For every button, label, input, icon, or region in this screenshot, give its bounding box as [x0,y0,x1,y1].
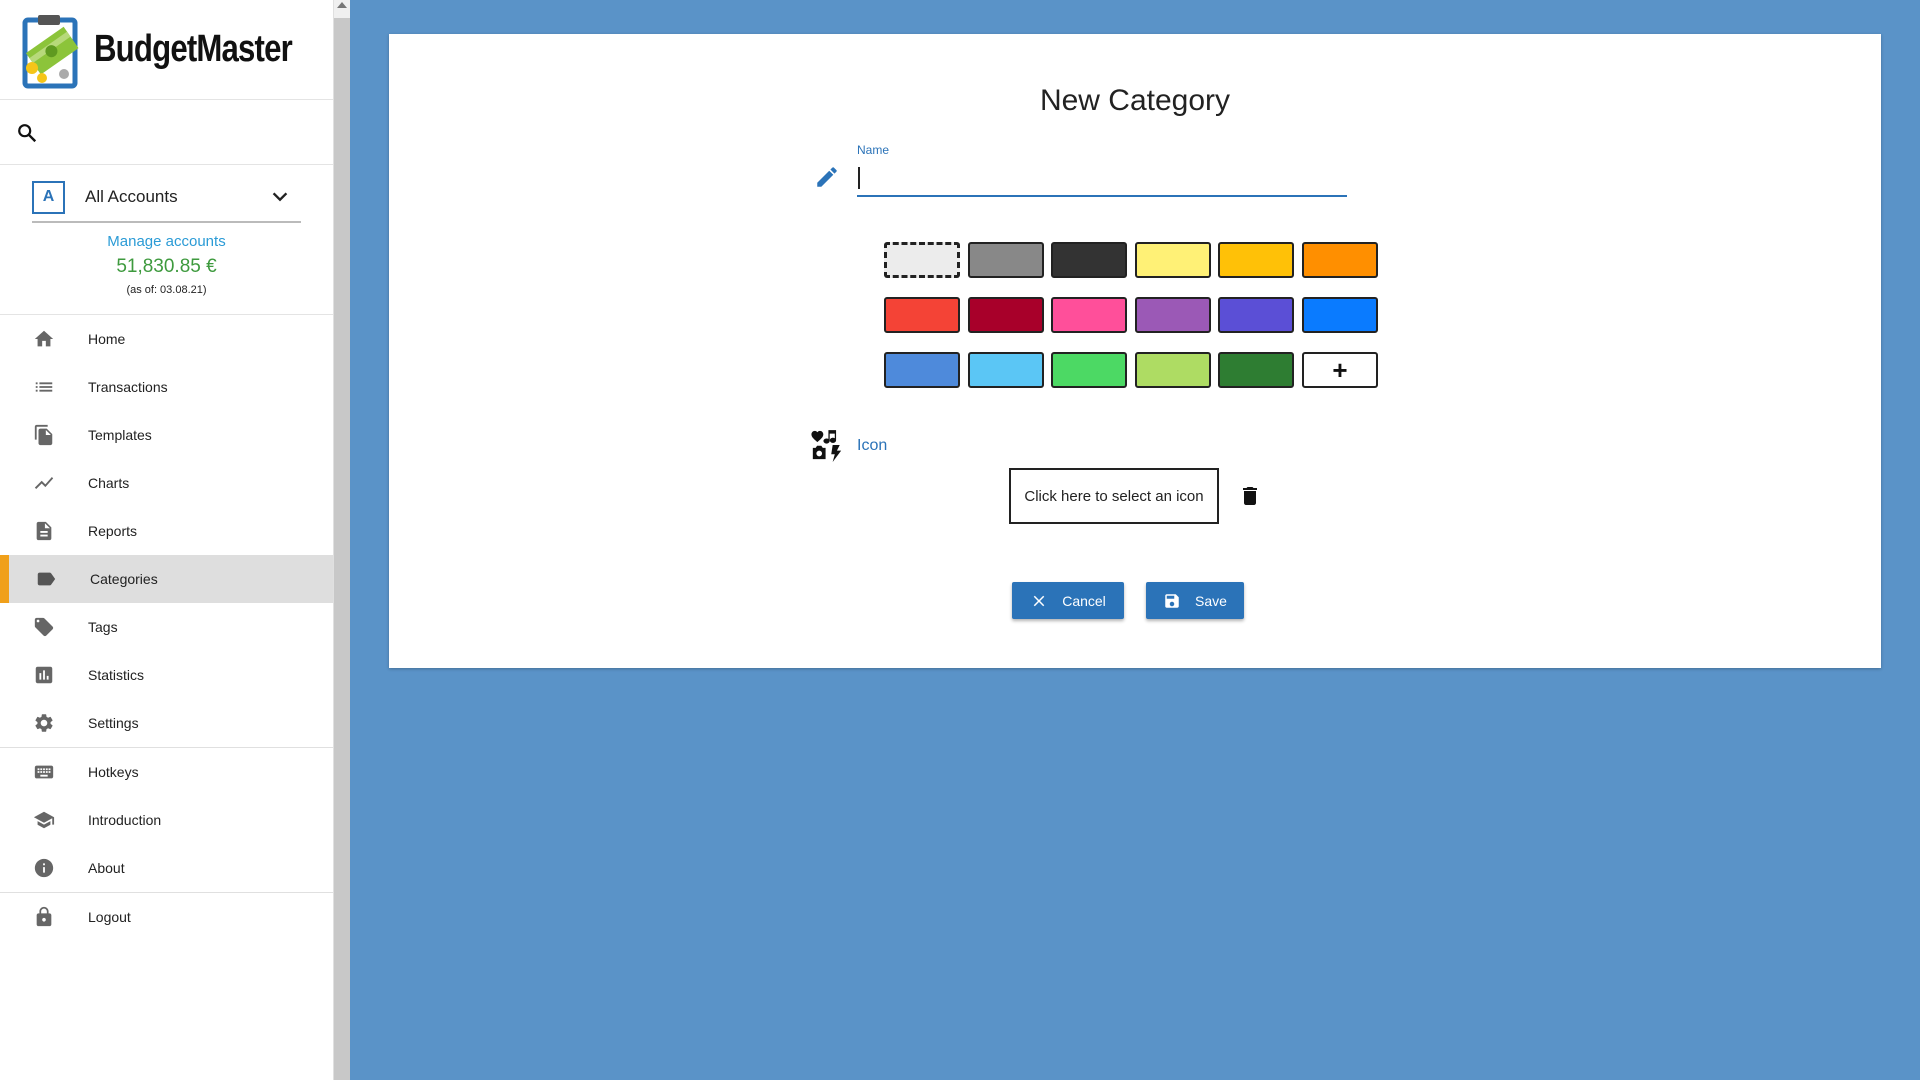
account-balance: 51,830.85 € [116,256,217,277]
name-field-label: Name [857,143,890,157]
cancel-button-label: Cancel [1062,592,1106,609]
nav-label: Charts [88,475,130,491]
account-badge: A [32,180,65,214]
nav-item-charts[interactable]: Charts [0,459,333,507]
delete-icon[interactable] [1238,483,1262,509]
main-nav: Home Transactions Templates Charts Repor… [0,315,333,941]
budgetmaster-logo-icon [22,10,80,90]
color-swatch[interactable] [1051,297,1127,333]
scroll-up-arrow-icon[interactable] [337,2,347,8]
balance-date: (as of: 03.08.21) [126,284,207,296]
home-icon [34,330,54,347]
nav-item-statistics[interactable]: Statistics [0,651,333,699]
pencil-icon [817,167,837,187]
account-name: All Accounts [85,187,178,206]
nav-label: About [88,860,125,876]
color-swatch[interactable] [968,297,1044,333]
color-swatch[interactable] [1051,242,1127,278]
nav-item-categories[interactable]: Categories [0,555,333,603]
save-icon [1165,593,1179,608]
nav-label: Settings [88,715,139,731]
nav-label: Tags [88,619,118,635]
add-custom-color-button[interactable]: + [1302,352,1378,388]
color-swatch[interactable] [1135,297,1211,333]
color-swatch[interactable] [968,242,1044,278]
color-swatch[interactable] [1302,242,1378,278]
scrollbar-track[interactable] [334,18,350,1080]
app-title: BudgetMaster [94,28,293,70]
chevron-down-icon[interactable] [269,186,291,208]
keyboard-icon [34,765,54,779]
show-chart-icon [34,477,54,489]
nav-label: Transactions [88,379,168,395]
school-icon [33,811,55,829]
nav-item-home[interactable]: Home [0,315,333,363]
nav-item-templates[interactable]: Templates [0,411,333,459]
nav-label: Home [88,331,126,347]
emoji-symbols-icon [811,430,842,462]
page-title: New Category [1039,84,1231,117]
color-swatch[interactable] [1051,352,1127,388]
nav-item-tags[interactable]: Tags [0,603,333,651]
settings-icon [35,714,53,732]
local-offer-icon [34,617,54,637]
info-icon [34,858,54,878]
nav-label: Reports [88,523,138,539]
select-icon-button[interactable]: Click here to select an icon [1009,468,1219,524]
sidebar-scrollbar[interactable] [333,0,350,1080]
new-category-card: New Category Name + Icon Click here to s… [389,34,1881,668]
color-swatch[interactable] [1218,352,1294,388]
nav-label: Categories [90,571,158,587]
account-area: A All Accounts Manage accounts 51,830.85… [0,165,333,315]
color-swatch[interactable] [884,297,960,333]
lock-icon [36,906,52,927]
name-input[interactable] [857,159,1347,197]
color-swatch[interactable] [1302,297,1378,333]
label-icon [37,572,56,586]
close-icon [1033,595,1045,606]
color-swatch[interactable] [1218,297,1294,333]
save-button[interactable]: Save [1146,582,1244,619]
file-copy-icon [34,424,53,446]
color-swatch[interactable] [884,352,960,388]
nav-label: Introduction [88,812,162,828]
nav-label: Logout [88,909,131,925]
color-swatch[interactable] [1135,242,1211,278]
nav-item-logout[interactable]: Logout [0,893,333,941]
nav-item-transactions[interactable]: Transactions [0,363,333,411]
insert-chart-icon [35,666,53,684]
description-icon [36,521,52,541]
list-icon [35,382,53,392]
cancel-button[interactable]: Cancel [1012,582,1124,619]
search-area[interactable] [0,100,333,165]
search-icon[interactable] [16,122,38,144]
color-swatch-none[interactable] [884,242,960,278]
color-swatch[interactable] [1218,242,1294,278]
sidebar: BudgetMaster A All Accounts Manage accou… [0,0,333,1080]
save-button-label: Save [1195,592,1227,609]
nav-label: Templates [88,427,152,443]
nav-label: Hotkeys [88,764,139,780]
nav-label: Statistics [88,667,145,683]
icon-section-label: Icon [857,437,888,454]
text-caret [858,167,860,189]
nav-item-reports[interactable]: Reports [0,507,333,555]
logo-area[interactable]: BudgetMaster [0,0,333,100]
nav-item-about[interactable]: About [0,844,333,892]
color-swatch[interactable] [1135,352,1211,388]
nav-item-settings[interactable]: Settings [0,699,333,747]
color-swatch[interactable] [968,352,1044,388]
account-select[interactable]: A All Accounts [32,173,301,223]
manage-accounts-link[interactable]: Manage accounts [0,233,333,250]
nav-item-hotkeys[interactable]: Hotkeys [0,748,333,796]
nav-item-introduction[interactable]: Introduction [0,796,333,844]
